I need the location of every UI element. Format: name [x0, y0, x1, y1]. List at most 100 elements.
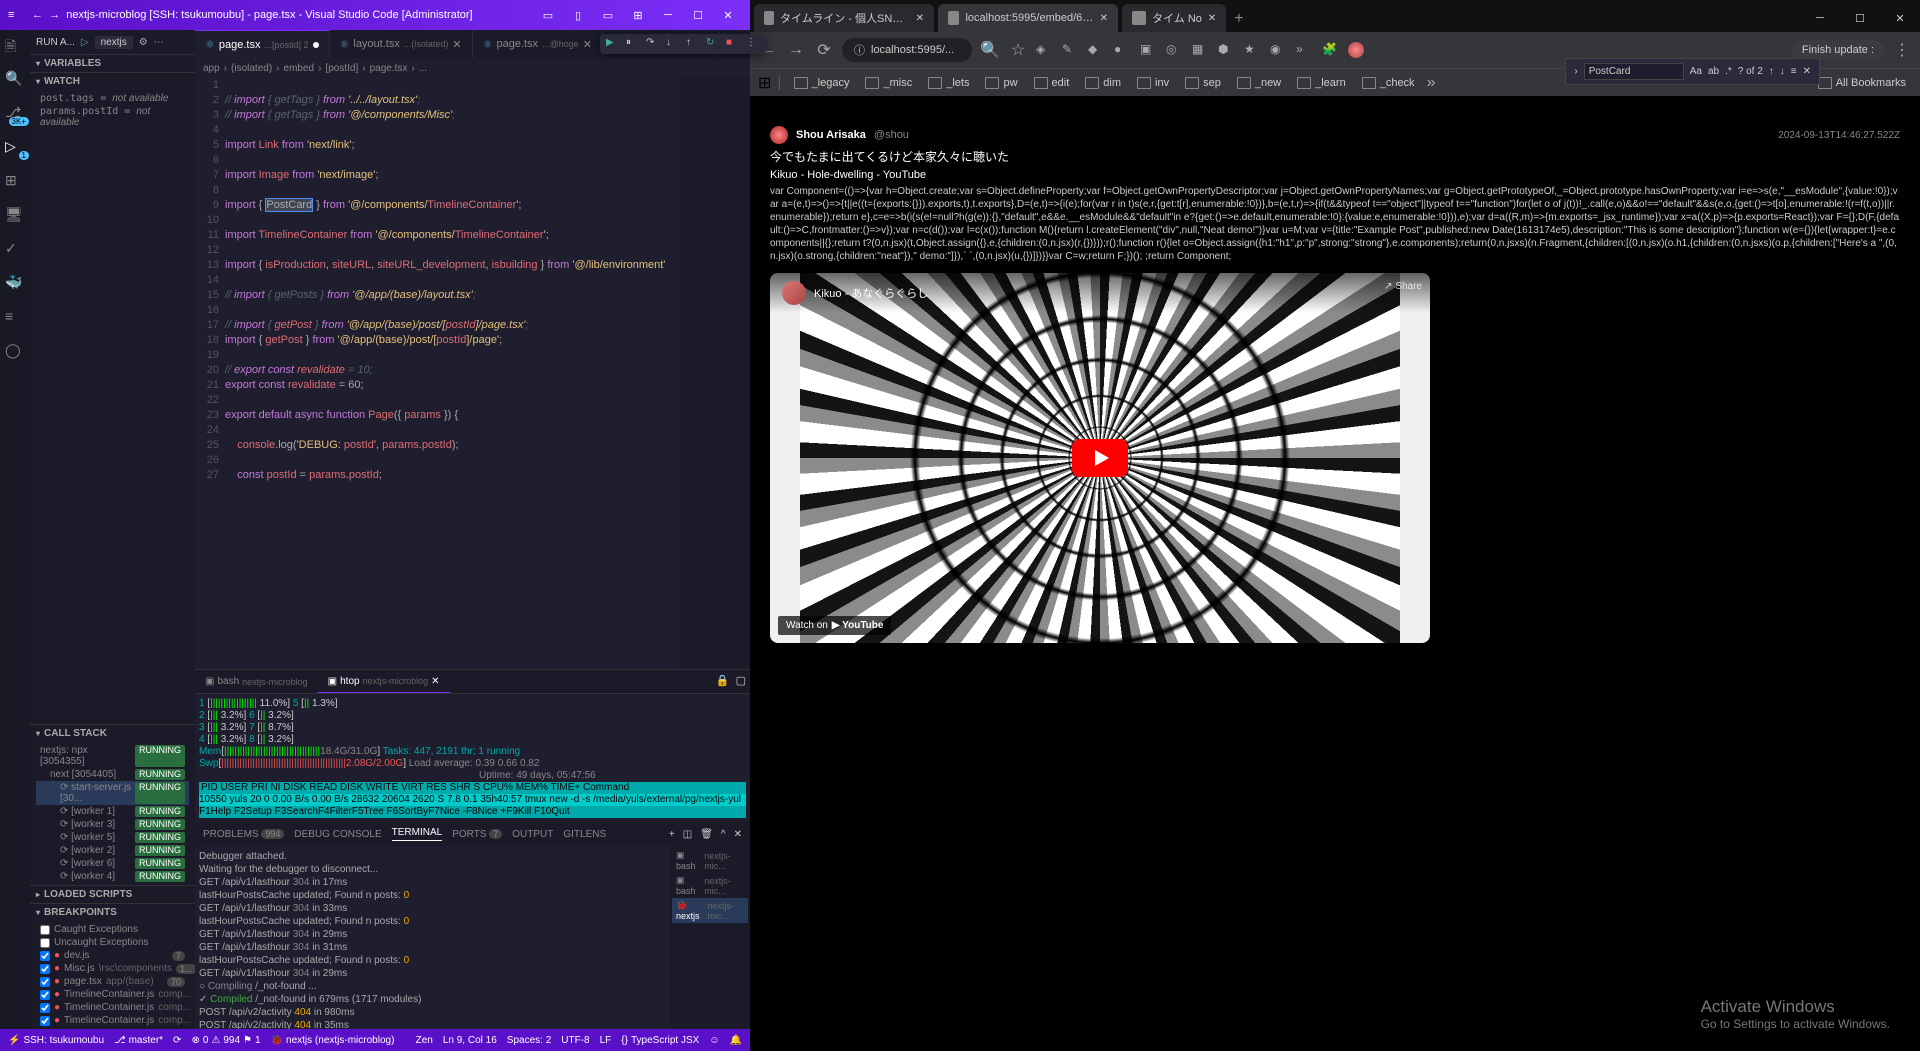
ext-icon-8[interactable]: ⬢ — [1218, 42, 1234, 58]
ext-icon-5[interactable]: ▣ — [1140, 42, 1156, 58]
minimap[interactable] — [680, 78, 750, 669]
tab-close-icon[interactable]: ✕ — [1100, 13, 1108, 24]
terminal-tab[interactable]: ▣htop nextjs-microblog ✕ — [318, 670, 450, 693]
panel-tab[interactable]: GITLENS — [563, 829, 606, 840]
bell-icon[interactable]: 🔔 — [730, 1035, 742, 1046]
term-close-icon[interactable]: ✕ — [734, 829, 742, 840]
panel-tab[interactable]: DEBUG CONSOLE — [294, 829, 381, 840]
callstack-row[interactable]: ⟳ [worker 3]RUNNING — [36, 818, 189, 831]
editor-tab[interactable]: ⚛page.tsx...[postid] 2 — [195, 30, 330, 58]
bp-checkbox[interactable] — [40, 1016, 50, 1026]
titlebar[interactable]: ≡ ← → nextjs-microblog [SSH: tsukumoubu]… — [0, 0, 750, 30]
variables-section[interactable]: VARIABLES — [30, 55, 195, 72]
all-bookmarks[interactable]: All Bookmarks — [1812, 75, 1912, 91]
term-max-icon[interactable]: ▢ — [736, 674, 746, 689]
ext-icon-3[interactable]: ◆ — [1088, 42, 1104, 58]
callstack-row[interactable]: ⟳ start-server.js [30...RUNNING — [36, 781, 189, 805]
term-max-icon[interactable]: ^ — [721, 829, 726, 840]
debug-toolbar[interactable]: ▶ ⏸ ↷ ↓ ↑ ↻ ■ ⋮ — [600, 34, 766, 54]
gear-icon[interactable]: ⚙ — [139, 37, 148, 48]
testing-icon[interactable]: ✓ — [5, 240, 25, 260]
new-tab-button[interactable]: + — [1226, 6, 1251, 32]
debug-restart-icon[interactable]: ↻ — [706, 37, 720, 51]
youtube-embed[interactable]: Kikuo - あなぐらぐらし ↗ Share Watch on ▶ YouTu… — [770, 273, 1430, 643]
loaded-scripts-section[interactable]: LOADED SCRIPTS — [30, 886, 195, 903]
ext-icon-7[interactable]: ▦ — [1192, 42, 1208, 58]
ext-icon-4[interactable]: ● — [1114, 42, 1130, 58]
callstack-section[interactable]: CALL STACK — [30, 725, 195, 742]
tab-close-icon[interactable]: ✕ — [1208, 13, 1216, 24]
watch-on-youtube[interactable]: Watch on ▶ YouTube — [778, 616, 891, 635]
tab-close-icon[interactable]: ✕ — [916, 13, 924, 24]
debug-stepout-icon[interactable]: ↑ — [686, 37, 700, 51]
callstack-row[interactable]: ⟳ [worker 4]RUNNING — [36, 870, 189, 883]
remote-icon[interactable]: 🖥 — [5, 206, 25, 226]
forward-button[interactable]: → — [786, 41, 806, 59]
callstack-row[interactable]: ⟳ [worker 2]RUNNING — [36, 844, 189, 857]
bp-checkbox[interactable] — [40, 990, 50, 1000]
close-button[interactable]: ✕ — [714, 5, 742, 25]
bookmark-folder[interactable]: sep — [1179, 75, 1227, 91]
customize-icon[interactable]: ⊞ — [624, 5, 652, 25]
bookmark-folder[interactable]: inv — [1131, 75, 1175, 91]
bp-checkbox[interactable] — [40, 925, 50, 935]
bp-checkbox[interactable] — [40, 951, 50, 961]
bp-checkbox[interactable] — [40, 1003, 50, 1013]
sync-icon[interactable]: ⟳ — [173, 1035, 181, 1046]
eol[interactable]: LF — [600, 1035, 612, 1046]
breadcrumb[interactable]: app › (isolated) › embed › [postId] › pa… — [195, 58, 750, 78]
terminal-list-item[interactable]: ▣ bash nextjs-mic... — [672, 848, 748, 873]
browser-tab[interactable]: localhost:5995/embed/66e450...✕ — [938, 4, 1118, 32]
debug-continue-icon[interactable]: ▶ — [606, 37, 620, 51]
search-icon[interactable]: 🔍 — [980, 40, 1000, 60]
zen-mode[interactable]: Zen — [416, 1035, 433, 1046]
code-editor[interactable]: 1234567891011121314151617181920212223242… — [195, 78, 750, 669]
browser-tab[interactable]: タイムライン - 個人SNS「nonsens...✕ — [754, 4, 934, 32]
maximize-button[interactable]: ☐ — [684, 5, 712, 25]
cursor-pos[interactable]: Ln 9, Col 16 — [443, 1035, 497, 1046]
ext-icon-10[interactable]: ◉ — [1270, 42, 1286, 58]
site-info-icon[interactable]: ⓘ — [854, 42, 865, 58]
ext-icon-1[interactable]: ◈ — [1036, 42, 1052, 58]
debug-stepin-icon[interactable]: ↓ — [666, 37, 680, 51]
callstack-row[interactable]: nextjs: npx [3054355]RUNNING — [36, 744, 189, 768]
post-link[interactable]: Kikuo - Hole-dwelling - YouTube — [770, 169, 1900, 181]
ext-icon-2[interactable]: ✎ — [1062, 42, 1078, 58]
nav-back-icon[interactable]: ← — [32, 9, 43, 21]
bookmark-folder[interactable]: _new — [1231, 75, 1287, 91]
ext-icon-6[interactable]: ◎ — [1166, 42, 1182, 58]
search-icon[interactable]: 🔍 — [5, 70, 25, 90]
apps-icon[interactable]: ⊞ — [758, 73, 771, 93]
chrome-minimize[interactable]: ─ — [1800, 4, 1840, 32]
docker-icon[interactable]: 🐳 — [5, 274, 25, 294]
bp-checkbox[interactable] — [40, 938, 50, 948]
callstack-row[interactable]: ⟳ [worker 5]RUNNING — [36, 831, 189, 844]
author-name[interactable]: Shou Arisaka — [796, 129, 866, 141]
bookmark-star-icon[interactable]: ☆ — [1008, 40, 1028, 60]
address-bar[interactable]: ⓘ localhost:5995/... — [842, 38, 972, 62]
minimize-button[interactable]: ─ — [654, 5, 682, 25]
author-avatar[interactable] — [770, 126, 788, 144]
bookmark-folder[interactable]: _check — [1356, 75, 1421, 91]
browser-tab[interactable]: タイム No✕ — [1122, 4, 1226, 32]
term-lock-icon[interactable]: 🔒 — [716, 674, 730, 689]
debug-pause-icon[interactable]: ⏸ — [626, 37, 640, 51]
bookmark-folder[interactable]: edit — [1028, 75, 1076, 91]
terminal-tab[interactable]: ▣bash nextjs-microblog — [195, 670, 318, 693]
bookmarks-overflow-icon[interactable]: » — [1427, 74, 1436, 92]
breadcrumb-item[interactable]: (isolated) — [231, 63, 272, 74]
play-button[interactable] — [1072, 439, 1128, 477]
chrome-maximize[interactable]: ☐ — [1840, 4, 1880, 32]
breakpoint-row[interactable]: ●TimelineContainer.js comp...149 — [36, 1014, 189, 1027]
callstack-row[interactable]: next [3054405]RUNNING — [36, 768, 189, 781]
language-mode[interactable]: {} TypeScript JSX — [621, 1035, 699, 1046]
remote-indicator[interactable]: ⚡ SSH: tsukumoubu — [8, 1035, 104, 1046]
panel-icon[interactable]: ▯ — [564, 5, 592, 25]
debug-config-select[interactable]: nextjs — [95, 36, 133, 49]
ext-icon-more[interactable]: » — [1296, 42, 1312, 58]
scm-icon[interactable]: ⎇3K+ — [5, 104, 25, 124]
layout2-icon[interactable]: ▭ — [594, 5, 622, 25]
layout-icon[interactable]: ▭ — [534, 5, 562, 25]
chrome-menu-icon[interactable]: ⋮ — [1892, 40, 1912, 60]
video-title[interactable]: Kikuo - あなぐらぐらし — [814, 285, 928, 301]
